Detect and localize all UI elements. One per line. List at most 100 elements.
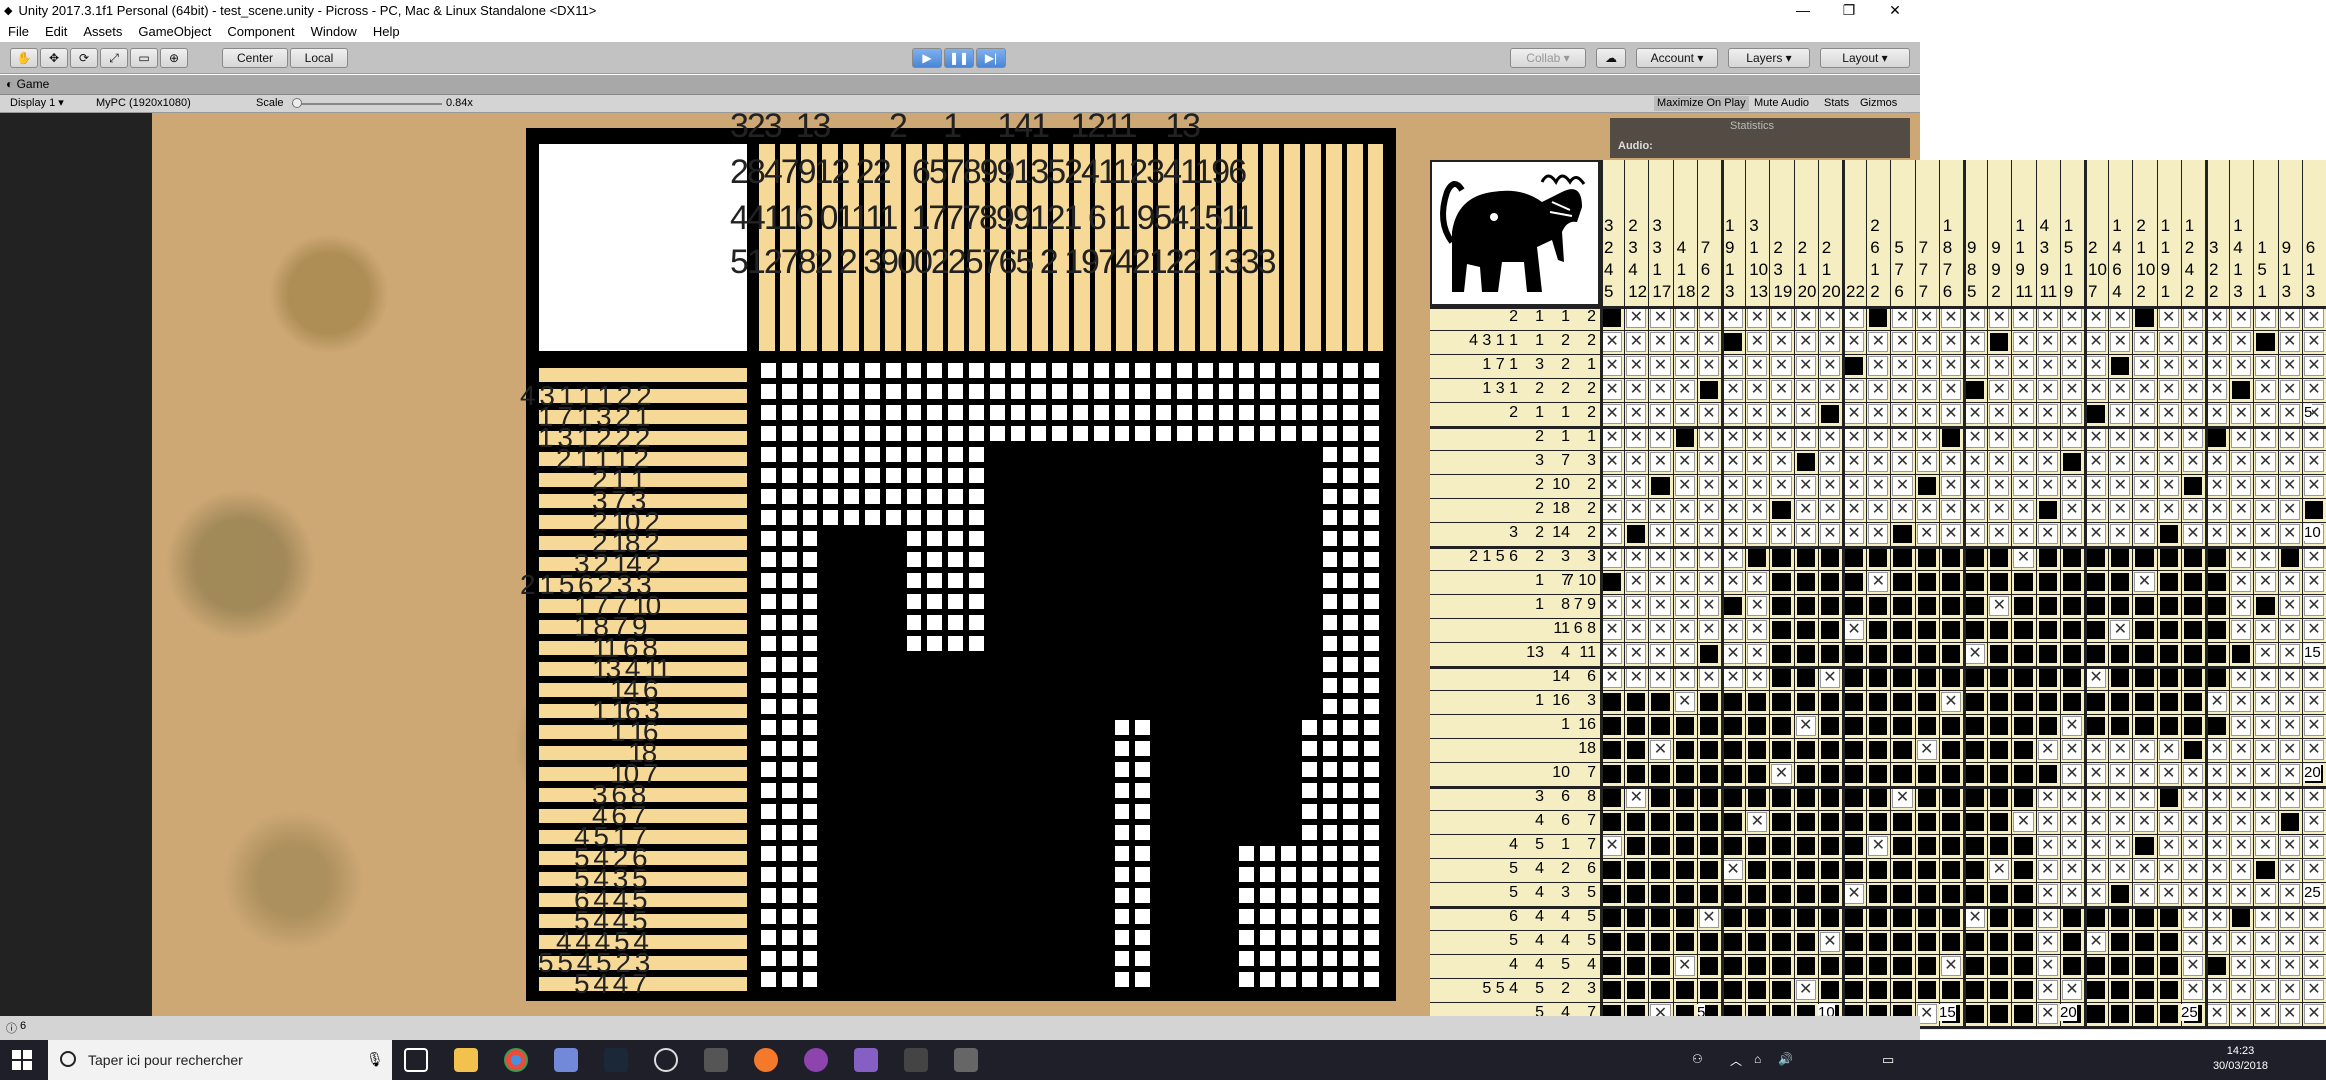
ref-axis-mark: 25 (2304, 884, 2321, 901)
status-bar: ⓘ 6 (0, 1016, 1920, 1040)
menu-edit[interactable]: Edit (37, 24, 75, 39)
file-explorer-icon[interactable] (454, 1048, 478, 1072)
step-button[interactable]: ▶| (976, 48, 1006, 68)
ref-col-clue: 6 (1942, 282, 1953, 301)
game-tab-label: Game (16, 77, 50, 91)
mute-audio-toggle[interactable]: Mute Audio (1754, 96, 1809, 111)
display-dropdown[interactable]: Display 1 ▾ (10, 96, 64, 111)
ref-col-divider (2253, 160, 2255, 306)
maximize-button[interactable]: ❐ (1826, 0, 1872, 20)
board-grid[interactable] (759, 361, 1383, 991)
maximize-on-play-toggle[interactable]: Maximize On Play (1654, 96, 1749, 111)
resolution-label: MyPC (1920x1080) (96, 97, 191, 109)
ref-col-divider (1624, 160, 1626, 306)
network-icon[interactable]: ⌂ (1754, 1052, 1761, 1066)
statistics-panel: Statistics Audio: (1610, 118, 1910, 158)
blender-icon[interactable] (754, 1048, 778, 1072)
task-view-icon[interactable] (404, 1048, 428, 1072)
cloud-icon[interactable]: ☁ (1596, 48, 1626, 68)
minimize-button[interactable]: — (1780, 0, 1826, 20)
ref-col-divider (1866, 160, 1868, 306)
play-button[interactable]: ▶ (912, 48, 942, 68)
ref-row-clue: 2 (1561, 860, 1570, 877)
menu-component[interactable]: Component (219, 24, 302, 39)
ref-col-divider (1817, 160, 1819, 306)
transform-tool-icon[interactable]: ⊕ (160, 48, 188, 68)
people-icon[interactable]: ⚇ (1692, 1052, 1703, 1066)
clock-app-icon[interactable] (654, 1048, 678, 1072)
tray-chevron-icon[interactable]: ︿ (1730, 1052, 1742, 1069)
ref-col-clue: 18 (1676, 282, 1696, 301)
ref-col-clue: 1 (2233, 216, 2243, 235)
ref-col-clue: 5 (1604, 282, 1614, 301)
unity-taskbar-icon[interactable] (704, 1048, 728, 1072)
menu-window[interactable]: Window (303, 24, 365, 39)
scale-slider[interactable] (292, 103, 442, 105)
close-button[interactable]: ✕ (1872, 0, 1918, 20)
ref-row-clue: 18 (1578, 740, 1596, 757)
menu-help[interactable]: Help (365, 24, 408, 39)
ref-axis-mark: 20 (2060, 1004, 2077, 1021)
windows-start-icon[interactable] (12, 1050, 32, 1070)
ref-col-clue: 9 (1725, 238, 1735, 257)
ref-row-clue: 5 (1509, 884, 1518, 901)
pivot-local-button[interactable]: Local (290, 48, 348, 68)
layers-dropdown[interactable]: Layers ▾ (1728, 48, 1810, 68)
ref-col-clue: 5 (1894, 238, 1904, 257)
taskbar-clock[interactable]: 14:23 30/03/2018 (2213, 1044, 2268, 1074)
chrome-icon[interactable] (504, 1048, 528, 1072)
ref-row-clue: 13 (1526, 644, 1544, 661)
notifications-icon[interactable]: ▭ (1882, 1052, 1894, 1068)
clock-date: 30/03/2018 (2212, 1060, 2268, 1072)
menu-assets[interactable]: Assets (75, 24, 130, 39)
collab-button[interactable]: Collab ▾ (1510, 48, 1586, 68)
taskbar-search-box[interactable]: Taper ici pour rechercher 🎙 (48, 1040, 392, 1080)
menu-gameobject[interactable]: GameObject (130, 24, 219, 39)
account-dropdown[interactable]: Account ▾ (1636, 48, 1718, 68)
board-corner (539, 144, 747, 351)
ref-col-divider (2011, 160, 2013, 306)
unity-hub-icon[interactable] (954, 1048, 978, 1072)
visual-studio-icon[interactable] (854, 1048, 878, 1072)
video-app-icon[interactable] (904, 1048, 928, 1072)
media-app-icon[interactable] (804, 1048, 828, 1072)
resolution-dropdown[interactable]: MyPC (1920x1080) (96, 96, 191, 111)
ref-col-clue: 4 (1676, 238, 1687, 257)
ref-row-clue: 16 (1552, 692, 1570, 709)
layers-label: Layers (1746, 51, 1783, 65)
gizmos-dropdown[interactable]: Gizmos (1860, 96, 1897, 111)
ref-row-divider (1430, 426, 1600, 429)
microphone-icon[interactable]: 🎙 (366, 1051, 384, 1068)
ref-axis-mark: 25 (2181, 1004, 2198, 1021)
scale-slider-handle[interactable] (292, 98, 302, 108)
title-bar: ◆ Unity 2017.3.1f1 Personal (64bit) - te… (0, 0, 1920, 20)
discord-icon[interactable] (554, 1048, 578, 1072)
rect-tool-icon[interactable]: ▭ (130, 48, 158, 68)
scale-tool-icon[interactable]: ⤢ (100, 48, 128, 68)
volume-icon[interactable]: 🔊 (1778, 1052, 1793, 1066)
ref-col-clue: 1 (2281, 260, 2292, 279)
stats-toggle[interactable]: Stats (1824, 96, 1849, 111)
ref-col-clue: 1 (2112, 216, 2122, 235)
pause-button[interactable]: ❚❚ (944, 48, 974, 68)
menu-file[interactable]: File (0, 24, 37, 39)
rotate-tool-icon[interactable]: ⟳ (70, 48, 98, 68)
layout-dropdown[interactable]: Layout ▾ (1820, 48, 1910, 68)
ref-row-divider (1430, 714, 1600, 715)
ref-col-clue: 1 (2063, 216, 2074, 235)
move-tool-icon[interactable]: ✥ (40, 48, 68, 68)
ref-row-divider (1430, 810, 1600, 811)
ref-row-clue: 7 (1587, 812, 1596, 829)
ref-row-clue: 1 (1561, 716, 1570, 733)
ref-row-divider (1430, 978, 1600, 979)
steam-icon[interactable] (604, 1048, 628, 1072)
ref-col-clue: 1 (2136, 238, 2146, 257)
ref-row-clue: 1 (1561, 836, 1570, 853)
ref-row-clue: 3 (1587, 548, 1596, 565)
tab-game[interactable]: ◐ Game (6, 77, 49, 91)
ref-col-clue: 8 (1967, 260, 1977, 279)
hand-tool-icon[interactable]: ✋ (10, 48, 38, 68)
ref-row-clue: 4 (1587, 956, 1596, 973)
ref-col-divider (2059, 160, 2061, 306)
pivot-center-button[interactable]: Center (222, 48, 288, 68)
